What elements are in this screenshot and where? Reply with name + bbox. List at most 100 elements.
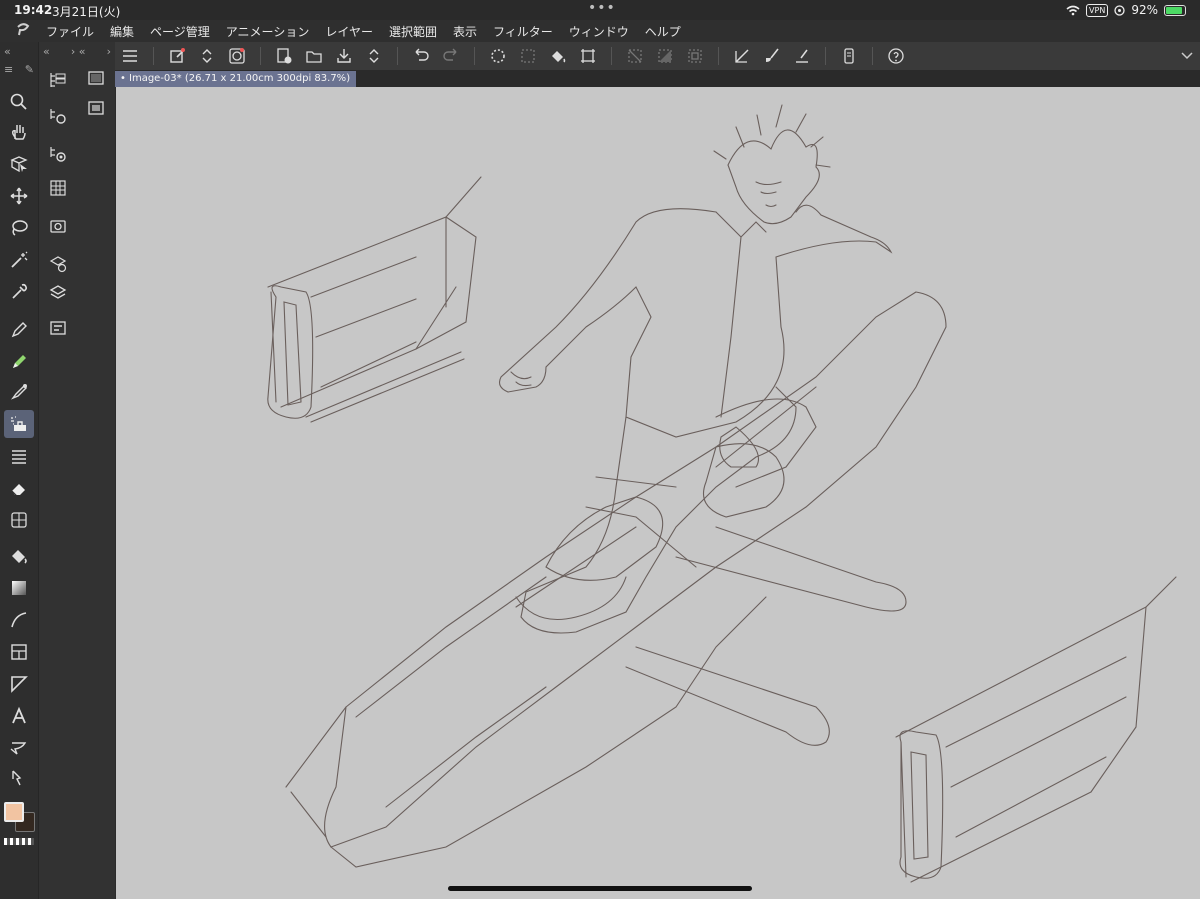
status-date: 3月21日(火) [52, 5, 121, 19]
frame-icon[interactable] [4, 638, 34, 666]
border-selection-icon[interactable] [680, 42, 710, 70]
line-tool-icon[interactable] [787, 42, 817, 70]
device-icon[interactable] [834, 42, 864, 70]
menu-animation[interactable]: アニメーション [226, 23, 310, 40]
move-icon[interactable] [4, 182, 34, 210]
selection-icon[interactable] [513, 42, 543, 70]
tool-palette-header: « [0, 42, 38, 60]
eraser-icon[interactable] [4, 474, 34, 502]
zoom-icon[interactable] [4, 88, 34, 116]
brush-small-icon: ✎ [24, 62, 34, 76]
collapse-icon[interactable]: › « [71, 45, 86, 58]
multitask-dots-icon[interactable]: ••• [588, 0, 616, 16]
toolbar-divider [825, 47, 826, 65]
main-color-swatch[interactable] [4, 802, 24, 822]
brush-tool-icon[interactable] [4, 378, 34, 406]
command-bar [115, 42, 1200, 70]
material-icon[interactable] [46, 214, 70, 238]
balloon-icon[interactable] [4, 734, 34, 762]
transform-icon[interactable] [573, 42, 603, 70]
eyedropper-icon[interactable] [4, 278, 34, 306]
color-set-icon[interactable] [46, 176, 70, 200]
layer-property-icon[interactable] [46, 316, 70, 340]
sub-view-icon[interactable] [46, 252, 70, 276]
undo-icon[interactable] [406, 42, 436, 70]
layer-panel-icon[interactable] [84, 66, 108, 90]
new-page-icon[interactable] [269, 42, 299, 70]
toolbar-divider [397, 47, 398, 65]
lasso-icon[interactable] [4, 214, 34, 242]
figure-icon[interactable] [4, 606, 34, 634]
battery-percent: 92% [1131, 3, 1158, 17]
document-tab-bar: Image-03* (26.71 x 21.00cm 300dpi 83.7%) [115, 70, 1200, 87]
menu-help[interactable]: ヘルプ [645, 23, 681, 40]
blend-icon[interactable] [4, 506, 34, 534]
edit-layer-icon[interactable] [162, 42, 192, 70]
layer-settings-icon[interactable] [46, 104, 70, 128]
menu-icon[interactable] [115, 42, 145, 70]
help-icon[interactable] [881, 42, 911, 70]
toolbar-divider [718, 47, 719, 65]
sketch-artwork [267, 104, 1177, 883]
battery-icon [1164, 4, 1186, 16]
menu-selection[interactable]: 選択範囲 [389, 23, 437, 40]
fill-icon[interactable] [543, 42, 573, 70]
loading-icon[interactable] [483, 42, 513, 70]
menu-page[interactable]: ページ管理 [150, 23, 210, 40]
drawing-canvas[interactable] [116, 87, 1200, 899]
transparent-color-swatch[interactable] [4, 838, 34, 845]
navigator-icon[interactable] [84, 96, 108, 120]
updown-icon[interactable] [192, 42, 222, 70]
wifi-icon [1066, 5, 1080, 15]
deselect-icon[interactable] [620, 42, 650, 70]
correct-line-icon[interactable] [4, 764, 34, 792]
tool-menu-icon[interactable]: ≡ [4, 63, 13, 76]
status-bar: 19:42 3月21日(火) ••• VPN 92% [0, 0, 1200, 20]
document-tab[interactable]: Image-03* (26.71 x 21.00cm 300dpi 83.7%) [115, 71, 357, 87]
gradient-icon[interactable] [4, 574, 34, 602]
redo-icon[interactable] [436, 42, 466, 70]
updown-icon[interactable] [359, 42, 389, 70]
menu-file[interactable]: ファイル [46, 23, 94, 40]
vpn-badge: VPN [1086, 3, 1109, 17]
ruler-icon[interactable] [727, 42, 757, 70]
text-icon[interactable] [4, 702, 34, 730]
layers-icon[interactable] [46, 280, 70, 304]
app-logo-icon[interactable] [0, 22, 46, 40]
layer-tree-icon[interactable] [46, 68, 70, 92]
toolbar-divider [153, 47, 154, 65]
toolbar-divider [474, 47, 475, 65]
toolbar-divider [611, 47, 612, 65]
layer-search-icon[interactable] [46, 142, 70, 166]
home-indicator[interactable] [448, 886, 752, 891]
sub-tool-header: « › « › [39, 42, 115, 60]
menu-bar: ファイル 編集 ページ管理 アニメーション レイヤー 選択範囲 表示 フィルター… [0, 20, 1200, 42]
hand-icon[interactable] [4, 118, 34, 146]
expand-icon[interactable]: « [43, 45, 50, 58]
pen-icon[interactable] [4, 316, 34, 344]
open-folder-icon[interactable] [299, 42, 329, 70]
brush-icon[interactable] [757, 42, 787, 70]
magic-wand-icon[interactable] [4, 246, 34, 274]
invert-selection-icon[interactable] [650, 42, 680, 70]
chevron-down-icon[interactable] [1180, 48, 1194, 62]
pencil-icon[interactable] [4, 348, 34, 376]
ruler-tool-icon[interactable] [4, 670, 34, 698]
tool-palette-subheader: ≡ ✎ [0, 60, 38, 78]
operation-icon[interactable] [4, 150, 34, 178]
close-panel-icon[interactable]: › [107, 45, 111, 58]
save-icon[interactable] [329, 42, 359, 70]
menu-edit[interactable]: 編集 [110, 23, 134, 40]
menu-layer[interactable]: レイヤー [325, 23, 373, 40]
fill-tool-icon[interactable] [4, 542, 34, 570]
menu-view[interactable]: 表示 [453, 23, 477, 40]
menu-window[interactable]: ウィンドウ [569, 23, 629, 40]
status-right: VPN 92% [1066, 3, 1186, 17]
toolbar-divider [260, 47, 261, 65]
decoration-icon[interactable] [4, 442, 34, 470]
collapse-left-icon[interactable]: « [4, 45, 11, 58]
airbrush-icon[interactable] [4, 410, 34, 438]
clip-studio-app: 19:42 3月21日(火) ••• VPN 92% ファイル 編集 ページ管理… [0, 0, 1200, 899]
menu-filter[interactable]: フィルター [493, 23, 553, 40]
spiral-icon[interactable] [222, 42, 252, 70]
